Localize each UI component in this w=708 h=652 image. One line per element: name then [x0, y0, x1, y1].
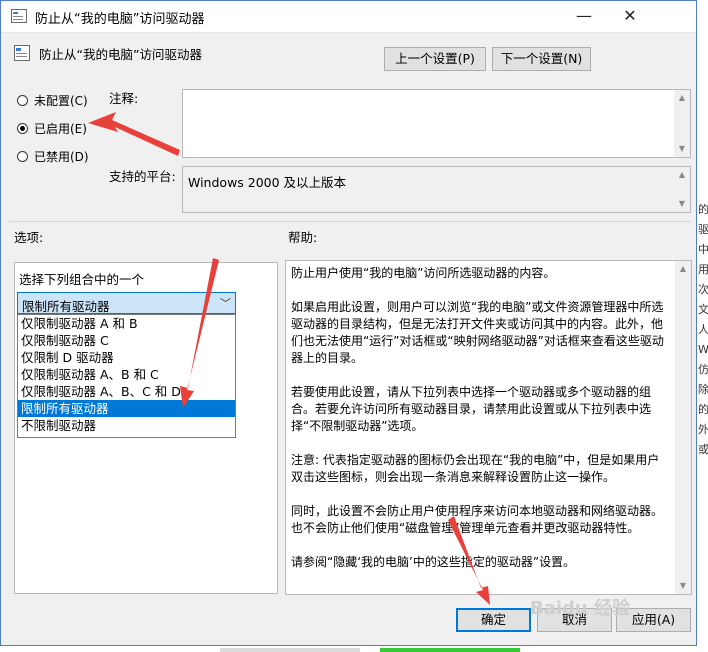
next-setting-label: 下一个设置(N) — [500, 51, 583, 66]
scroll-up-icon[interactable]: ▲ — [675, 261, 691, 277]
dropdown-item[interactable]: 仅限制驱动器 A、B、C 和 D — [18, 383, 235, 400]
title-bar: 防止从“我的电脑”访问驱动器 — ✕ — [1, 1, 696, 33]
comment-scrollbar[interactable]: ▲ ▼ — [674, 90, 690, 157]
scroll-up-icon[interactable]: ▲ — [674, 90, 690, 106]
dropdown-item[interactable]: 仅限制驱动器 A、B 和 C — [18, 366, 235, 383]
help-panel: 防止用户使用“我的电脑”访问所选驱动器的内容。 如果启用此设置，则用户可以浏览“… — [285, 260, 692, 595]
radio-label: 已禁用(D) — [34, 149, 89, 164]
comment-textarea[interactable]: ▲ ▼ — [182, 89, 691, 158]
close-icon: ✕ — [623, 6, 637, 25]
radio-indicator-selected — [17, 122, 28, 134]
next-setting-button[interactable]: 下一个设置(N) — [492, 47, 591, 71]
help-text: 防止用户使用“我的电脑”访问所选驱动器的内容。 如果启用此设置，则用户可以浏览“… — [291, 265, 671, 588]
platform-box: Windows 2000 及以上版本 ▲ ▼ — [182, 166, 691, 213]
comment-label: 注释: — [109, 91, 139, 106]
prev-setting-label: 上一个设置(P) — [395, 51, 475, 66]
taskbar-fragment — [220, 648, 360, 652]
help-paragraph: 同时，此设置不会防止用户使用程序来访问本地驱动器和网络驱动器。也不会防止他们使用… — [291, 504, 664, 535]
options-header: 选项: — [14, 230, 44, 245]
watermark: Baidu 经验 — [530, 598, 631, 619]
policy-icon — [14, 45, 30, 61]
help-scrollbar[interactable]: ▲ ▼ — [675, 261, 691, 594]
options-panel: 选择下列组合中的一个 限制所有驱动器 ﹀ 仅限制驱动器 A 和 B 仅限制驱动器… — [14, 262, 278, 594]
dropdown-item-highlighted[interactable]: 限制所有驱动器 — [18, 400, 235, 417]
ok-label: 确定 — [480, 612, 506, 627]
dropdown-item[interactable]: 仅限制 D 驱动器 — [18, 349, 235, 366]
radio-indicator — [17, 94, 28, 106]
prev-setting-button[interactable]: 上一个设置(P) — [384, 47, 486, 71]
scroll-up-icon[interactable]: ▲ — [674, 167, 690, 183]
help-paragraph: 若要使用此设置，请从下拉列表中选择一个驱动器或多个驱动器的组合。若要允许访问所有… — [291, 385, 652, 433]
platform-scrollbar[interactable]: ▲ ▼ — [674, 167, 690, 212]
policy-settings-icon — [11, 9, 27, 23]
scroll-down-icon[interactable]: ▼ — [674, 196, 690, 212]
policy-dialog-window: 防止从“我的电脑”访问驱动器 — ✕ 防止从“我的电脑”访问驱动器 上一个设置(… — [0, 0, 697, 646]
drive-restriction-dropdown: 仅限制驱动器 A 和 B 仅限制驱动器 C 仅限制 D 驱动器 仅限制驱动器 A… — [17, 314, 236, 438]
dropdown-item[interactable]: 仅限制驱动器 A 和 B — [18, 315, 235, 332]
scroll-down-icon[interactable]: ▼ — [675, 578, 691, 594]
combo-label: 选择下列组合中的一个 — [19, 272, 145, 287]
scroll-down-icon[interactable]: ▼ — [674, 141, 690, 157]
help-paragraph: 如果启用此设置，则用户可以浏览“我的电脑”或文件资源管理器中所选驱动器的目录结构… — [291, 300, 664, 365]
radio-not-configured[interactable]: 未配置(C) — [17, 91, 88, 109]
radio-indicator — [17, 150, 28, 162]
minimize-button[interactable]: — — [561, 1, 607, 31]
help-paragraph: 防止用户使用“我的电脑”访问所选驱动器的内容。 — [291, 266, 556, 280]
taskbar-fragment-active — [380, 648, 520, 652]
help-header: 帮助: — [288, 230, 318, 245]
dropdown-item[interactable]: 仅限制驱动器 C — [18, 332, 235, 349]
radio-enabled[interactable]: 已启用(E) — [17, 119, 87, 137]
dropdown-item[interactable]: 不限制驱动器 — [18, 417, 235, 434]
radio-disabled[interactable]: 已禁用(D) — [17, 147, 89, 165]
background-window-text: 的 驱 中 用 次 文 人 W 仿 除 的 外 或 — [698, 203, 708, 456]
apply-label: 应用(A) — [631, 612, 676, 627]
chevron-down-icon[interactable]: ﹀ — [220, 295, 231, 311]
close-button[interactable]: ✕ — [607, 1, 653, 31]
radio-label: 已启用(E) — [34, 121, 87, 136]
platform-label: 支持的平台: — [109, 169, 176, 184]
drive-restriction-combobox[interactable]: 限制所有驱动器 ﹀ — [17, 292, 236, 314]
ok-button[interactable]: 确定 — [456, 608, 531, 632]
window-title: 防止从“我的电脑”访问驱动器 — [35, 12, 205, 27]
combo-selected-value: 限制所有驱动器 — [22, 299, 110, 314]
help-paragraph: 注意: 代表指定驱动器的图标仍会出现在“我的电脑”中，但是如果用户双击这些图标，… — [291, 453, 660, 484]
radio-label: 未配置(C) — [34, 93, 88, 108]
help-paragraph: 请参阅“隐藏‘我的电脑’中的这些指定的驱动器”设置。 — [291, 555, 576, 569]
minimize-icon: — — [576, 6, 592, 25]
divider — [9, 221, 691, 222]
policy-name: 防止从“我的电脑”访问驱动器 — [39, 47, 202, 62]
platform-value: Windows 2000 及以上版本 — [188, 175, 347, 190]
